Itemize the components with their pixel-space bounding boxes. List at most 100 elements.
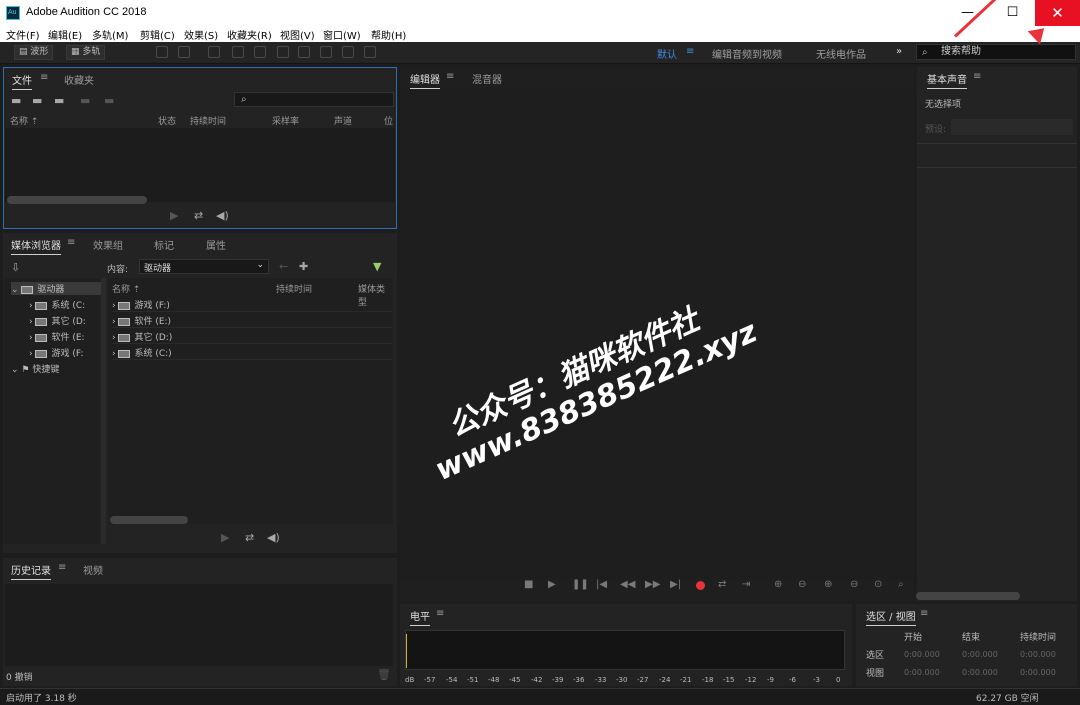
- loop-playback-icon[interactable]: ⇄: [718, 579, 726, 590]
- tree-item-d[interactable]: › 其它 (D:: [29, 314, 86, 327]
- levels-title[interactable]: 电平: [410, 608, 430, 626]
- tree-item-f[interactable]: › 游戏 (F:: [29, 346, 83, 359]
- spectral-frequency-icon[interactable]: [156, 46, 168, 58]
- panel-menu-icon[interactable]: ≡: [67, 237, 75, 248]
- files-search-input[interactable]: ⌕: [234, 92, 394, 107]
- tab-files[interactable]: 文件: [12, 72, 32, 90]
- marquee-tool-icon[interactable]: [298, 46, 310, 58]
- menu-file[interactable]: 文件(F): [6, 27, 40, 42]
- selection-view-title[interactable]: 选区 / 视图: [866, 608, 916, 626]
- trash-icon[interactable]: 🗑: [377, 668, 391, 681]
- next-icon[interactable]: ▶|: [670, 579, 681, 590]
- workspace-default[interactable]: 默认: [657, 46, 677, 61]
- selection-end[interactable]: 0:00.000: [962, 650, 998, 659]
- menu-favorites[interactable]: 收藏夹(R): [227, 27, 272, 42]
- spot-healing-tool-icon[interactable]: [364, 46, 376, 58]
- content-dropdown[interactable]: 驱动器 ⌄: [139, 259, 269, 274]
- menu-clip[interactable]: 剪辑(C): [140, 27, 175, 42]
- column-name[interactable]: 名称 ⇡: [10, 114, 38, 127]
- filter-icon[interactable]: ▼: [373, 260, 381, 273]
- list-horizontal-scrollbar[interactable]: [110, 516, 188, 524]
- auto-play-icon[interactable]: ◀): [267, 531, 280, 544]
- auto-play-icon[interactable]: ◀): [216, 209, 229, 222]
- panel-menu-icon[interactable]: ≡: [40, 72, 48, 83]
- zoom-out-amplitude-icon[interactable]: ⊖: [798, 579, 806, 590]
- insert-into-multitrack-icon[interactable]: ▬: [80, 94, 90, 107]
- menu-view[interactable]: 视图(V): [280, 27, 315, 42]
- tab-favorites[interactable]: 收藏夹: [64, 72, 94, 87]
- play-icon[interactable]: ▶: [170, 209, 178, 222]
- workspace-menu-icon[interactable]: ≡: [686, 46, 694, 57]
- zoom-out-time-icon[interactable]: ⊖: [850, 579, 858, 590]
- tree-root-drives[interactable]: ⌄ 驱动器: [11, 282, 101, 295]
- spectral-pitch-icon[interactable]: [178, 46, 190, 58]
- time-selection-tool-icon[interactable]: [277, 46, 289, 58]
- tab-markers[interactable]: 标记: [154, 237, 174, 252]
- tree-item-e[interactable]: › 软件 (E:: [29, 330, 85, 343]
- multitrack-view-button[interactable]: ▦ 多轨: [66, 45, 106, 60]
- list-item[interactable]: › 软件 (E:): [112, 314, 392, 328]
- tab-effect-groups[interactable]: 效果组: [93, 237, 123, 252]
- menu-help[interactable]: 帮助(H): [371, 27, 406, 42]
- panel-menu-icon[interactable]: ≡: [973, 71, 981, 82]
- workspace-radio-production[interactable]: 无线电作品: [816, 46, 866, 61]
- play-icon[interactable]: ▶: [548, 579, 556, 590]
- column-duration[interactable]: 持续时间: [190, 114, 226, 127]
- column-sample-rate[interactable]: 采样率: [272, 114, 299, 127]
- tab-video[interactable]: 视频: [83, 562, 103, 577]
- zoom-full-icon[interactable]: ⌕: [898, 579, 904, 590]
- loop-icon[interactable]: ⇄: [245, 531, 254, 544]
- menu-edit[interactable]: 编辑(E): [48, 27, 82, 42]
- tree-item-c[interactable]: › 系统 (C:: [29, 298, 85, 311]
- zoom-in-amplitude-icon[interactable]: ⊕: [774, 579, 782, 590]
- razor-tool-icon[interactable]: [232, 46, 244, 58]
- rewind-icon[interactable]: ◀◀: [620, 579, 635, 590]
- files-list[interactable]: [5, 128, 395, 202]
- play-icon[interactable]: ▶: [221, 531, 229, 544]
- stop-icon[interactable]: ■: [524, 579, 533, 590]
- tab-mixer[interactable]: 混音器: [472, 71, 502, 86]
- zoom-in-time-icon[interactable]: ⊕: [824, 579, 832, 590]
- previous-icon[interactable]: |◀: [596, 579, 607, 590]
- delete-icon[interactable]: ▬: [104, 94, 114, 107]
- lasso-tool-icon[interactable]: [320, 46, 332, 58]
- column-status[interactable]: 状态: [158, 114, 176, 127]
- files-horizontal-scrollbar[interactable]: [7, 196, 147, 204]
- menu-window[interactable]: 窗口(W): [323, 27, 361, 42]
- record-icon[interactable]: [696, 581, 705, 590]
- column-name[interactable]: 名称 ⇡: [112, 282, 140, 295]
- more-workspaces-icon[interactable]: »: [896, 46, 902, 57]
- right-horizontal-scrollbar[interactable]: [916, 592, 1020, 600]
- panel-menu-icon[interactable]: ≡: [446, 71, 454, 82]
- zoom-selection-icon[interactable]: ⊙: [874, 579, 882, 590]
- list-item[interactable]: › 其它 (D:): [112, 330, 392, 344]
- brush-tool-icon[interactable]: [342, 46, 354, 58]
- column-channels[interactable]: 声道: [334, 114, 352, 127]
- preset-dropdown[interactable]: [951, 119, 1073, 135]
- import-file-icon[interactable]: ▬: [32, 94, 42, 107]
- help-search-input[interactable]: ⌕ 搜索帮助: [916, 44, 1076, 60]
- move-tool-icon[interactable]: [208, 46, 220, 58]
- tree-shortcuts[interactable]: ⌄ ⚑ 快捷键: [11, 362, 59, 375]
- tab-editor[interactable]: 编辑器: [410, 71, 440, 89]
- view-end[interactable]: 0:00.000: [962, 668, 998, 677]
- column-duration[interactable]: 持续时间: [276, 282, 312, 295]
- history-list[interactable]: [5, 584, 393, 666]
- menu-multitrack[interactable]: 多轨(M): [92, 27, 128, 42]
- selection-duration[interactable]: 0:00.000: [1020, 650, 1056, 659]
- panel-menu-icon[interactable]: ≡: [436, 608, 444, 619]
- menu-effects[interactable]: 效果(S): [184, 27, 218, 42]
- panel-menu-icon[interactable]: ≡: [58, 562, 66, 573]
- import-icon[interactable]: ⇩: [11, 261, 20, 274]
- list-item[interactable]: › 系统 (C:): [112, 346, 392, 360]
- tab-properties[interactable]: 属性: [206, 237, 226, 252]
- close-button[interactable]: ✕: [1035, 0, 1080, 26]
- panel-menu-icon[interactable]: ≡: [920, 608, 928, 619]
- maximize-button[interactable]: ☐: [990, 0, 1035, 26]
- workspace-edit-audio-to-video[interactable]: 编辑音频到视频: [712, 46, 782, 61]
- selection-start[interactable]: 0:00.000: [904, 650, 940, 659]
- fast-forward-icon[interactable]: ▶▶: [645, 579, 660, 590]
- view-duration[interactable]: 0:00.000: [1020, 668, 1056, 677]
- back-icon[interactable]: ←: [279, 260, 288, 273]
- waveform-view-button[interactable]: ▤ 波形: [14, 45, 54, 60]
